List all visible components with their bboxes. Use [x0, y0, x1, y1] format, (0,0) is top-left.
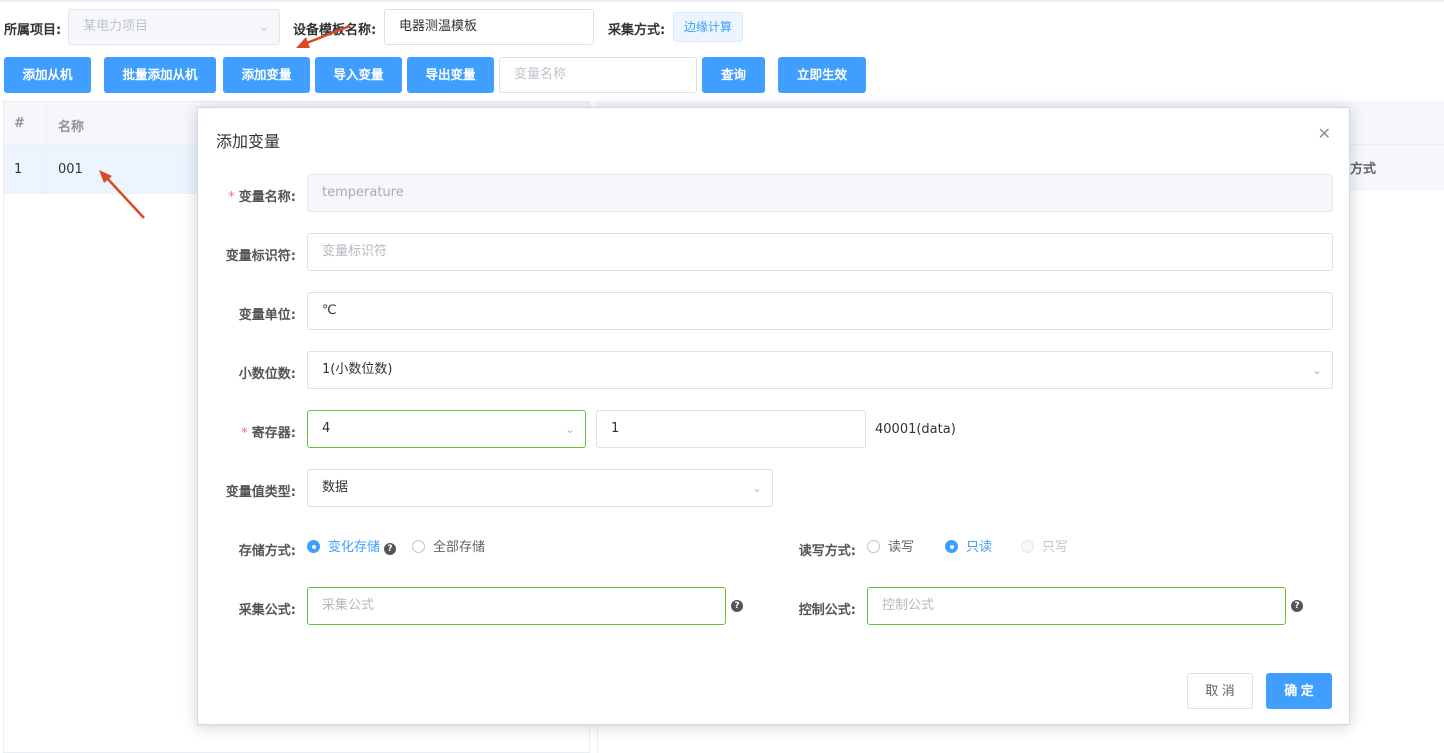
add-variable-button[interactable]: 添加变量: [223, 57, 310, 93]
cancel-button[interactable]: 取 消: [1187, 673, 1253, 709]
confirm-button[interactable]: 确 定: [1266, 673, 1332, 709]
collect-method-label: 采集方式:: [608, 23, 666, 38]
rw-label: 读写方式:: [798, 544, 856, 559]
decimals-value: 1(小数位数): [322, 362, 393, 377]
identifier-label: 变量标识符:: [225, 249, 296, 264]
chevron-down-icon: ⌄: [258, 20, 269, 34]
unit-label: 变量单位:: [238, 308, 296, 323]
collect-method-tag: 边缘计算: [673, 12, 744, 42]
top-divider: [0, 0, 1444, 2]
import-variable-button[interactable]: 导入变量: [315, 57, 402, 93]
radio-icon: [412, 540, 425, 553]
rw-radio-writeonly: 只写: [1021, 540, 1068, 556]
add-variable-dialog: 添加变量 ✕ * 变量名称: temperature 变量标识符: 变量标识符 变…: [197, 107, 1350, 725]
rw-radio-readonly[interactable]: 只读: [945, 540, 992, 556]
project-select: 某电力项目 ⌄: [68, 9, 280, 45]
storage-radio-change[interactable]: 变化存储?: [307, 540, 397, 556]
header-index: #: [14, 116, 25, 131]
template-name-input[interactable]: 电器测温模板: [384, 9, 594, 45]
collect-formula-label: 采集公式:: [238, 603, 296, 618]
variable-name-input[interactable]: temperature: [307, 174, 1333, 212]
export-variable-button[interactable]: 导出变量: [407, 57, 494, 93]
help-icon[interactable]: ?: [384, 543, 397, 555]
register-type-select[interactable]: 4 ⌄: [307, 410, 586, 448]
radio-icon: [867, 540, 880, 553]
unit-input[interactable]: ℃: [307, 292, 1333, 330]
project-label: 所属项目:: [4, 23, 62, 38]
radio-icon: [1021, 540, 1034, 553]
control-formula-input[interactable]: 控制公式: [867, 587, 1286, 625]
row-index: 1: [14, 162, 23, 177]
annotation-arrow-icon: [296, 24, 351, 48]
dialog-title: 添加变量: [216, 132, 281, 151]
storage-radio-all[interactable]: 全部存储: [412, 540, 485, 556]
radio-icon: [945, 540, 958, 553]
chevron-down-icon: ⌄: [751, 481, 762, 495]
variable-search-input[interactable]: 变量名称: [499, 57, 697, 93]
register-display: 40001(data): [875, 422, 956, 437]
storage-label: 存储方式:: [238, 544, 296, 559]
chevron-down-icon: ⌄: [1311, 363, 1322, 377]
header-name: 名称: [58, 120, 85, 135]
collect-formula-input[interactable]: 采集公式: [307, 587, 726, 625]
identifier-input[interactable]: 变量标识符: [307, 233, 1333, 271]
rw-radio-readwrite[interactable]: 读写: [867, 540, 914, 556]
radio-icon: [307, 540, 320, 553]
control-formula-label: 控制公式:: [798, 603, 856, 618]
annotation-arrow-icon: [99, 170, 145, 219]
close-icon[interactable]: ✕: [1318, 126, 1331, 142]
add-slave-button[interactable]: 添加从机: [4, 57, 91, 93]
decimals-select[interactable]: 1(小数位数) ⌄: [307, 351, 1333, 389]
project-select-value: 某电力项目: [83, 19, 149, 34]
help-icon[interactable]: ?: [731, 600, 743, 612]
variable-name-label: * 变量名称:: [228, 190, 296, 205]
batch-add-slave-button[interactable]: 批量添加从机: [104, 57, 216, 93]
register-label: * 寄存器:: [241, 426, 296, 441]
register-address-input[interactable]: 1: [596, 410, 866, 448]
value-type-value: 数据: [322, 480, 349, 495]
value-type-select[interactable]: 数据 ⌄: [307, 469, 773, 507]
partial-column-label: 方式: [1349, 162, 1376, 177]
chevron-down-icon: ⌄: [564, 422, 575, 436]
help-icon[interactable]: ?: [1291, 600, 1303, 612]
row-name: 001: [58, 162, 83, 177]
register-type-value: 4: [322, 421, 331, 436]
decimals-label: 小数位数:: [238, 367, 296, 382]
query-button[interactable]: 查询: [702, 57, 765, 93]
apply-now-button[interactable]: 立即生效: [778, 57, 866, 93]
value-type-label: 变量值类型:: [225, 485, 296, 500]
